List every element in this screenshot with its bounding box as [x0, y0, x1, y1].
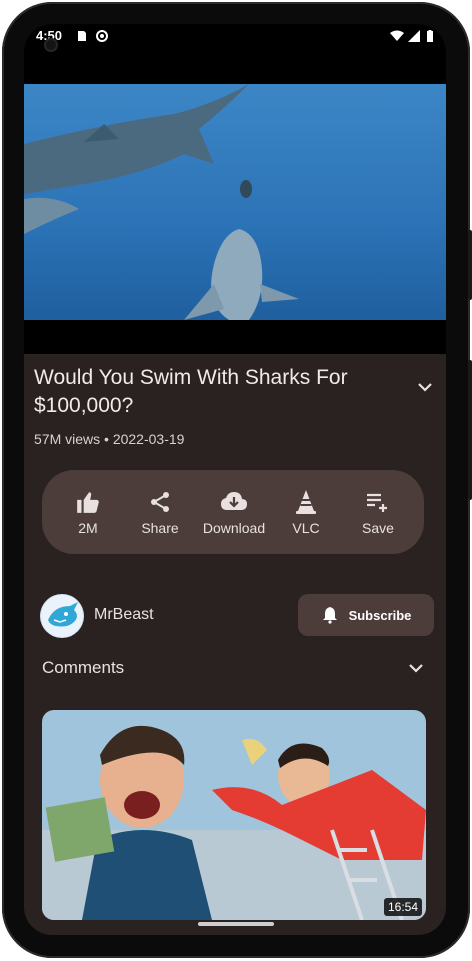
vlc-cone-icon — [292, 488, 320, 516]
channel-avatar[interactable] — [40, 594, 84, 638]
download-icon — [220, 488, 248, 516]
channel-row: MrBeast Subscribe — [40, 594, 434, 638]
save-label: Save — [362, 520, 394, 536]
action-bar: 2M Share Download VLC Save — [42, 470, 424, 554]
gesture-nav-handle[interactable] — [198, 922, 274, 926]
share-icon — [146, 488, 174, 516]
video-frame[interactable] — [24, 84, 446, 320]
front-camera — [44, 38, 58, 52]
vlc-button[interactable]: VLC — [268, 470, 344, 554]
comments-label: Comments — [42, 658, 125, 677]
chevron-down-icon[interactable] — [406, 658, 426, 678]
vlc-label: VLC — [292, 520, 320, 536]
battery-icon — [426, 30, 438, 42]
chevron-down-icon[interactable] — [414, 376, 436, 398]
video-duration: 16:54 — [383, 898, 422, 916]
signal-icon — [408, 30, 420, 42]
thumbnail-image — [42, 710, 426, 920]
bell-icon — [321, 606, 339, 624]
video-player[interactable] — [24, 54, 446, 354]
subscribe-label: Subscribe — [348, 607, 412, 623]
sim-card-icon — [76, 30, 88, 42]
playlist-add-icon — [364, 488, 392, 516]
volume-button — [468, 360, 472, 500]
download-button[interactable]: Download — [196, 470, 272, 554]
data-saver-icon — [96, 30, 108, 42]
like-count: 2M — [78, 520, 98, 536]
view-count: 57M views — [34, 431, 101, 447]
app-screen: 4:50 Would You Swim With Sharks For $100… — [24, 24, 446, 935]
download-label: Download — [202, 520, 266, 536]
video-meta: 57M views • 2022-03-19 — [34, 431, 184, 447]
like-button[interactable]: 2M — [50, 470, 126, 554]
share-label: Share — [141, 520, 179, 536]
next-video-thumbnail[interactable]: 16:54 — [42, 710, 426, 920]
save-button[interactable]: Save — [340, 470, 416, 554]
video-title: Would You Swim With Sharks For $100,000? — [34, 366, 348, 417]
channel-name[interactable]: MrBeast — [94, 606, 154, 624]
publish-date: 2022-03-19 — [112, 431, 185, 447]
share-button[interactable]: Share — [122, 470, 198, 554]
status-bar: 4:50 — [24, 24, 446, 54]
power-button — [468, 230, 472, 300]
subscribe-button[interactable]: Subscribe — [298, 594, 434, 636]
meta-separator: • — [100, 431, 113, 447]
thumbs-up-icon — [74, 488, 102, 516]
comments-section[interactable]: Comments — [42, 654, 426, 684]
wifi-icon — [390, 30, 404, 42]
